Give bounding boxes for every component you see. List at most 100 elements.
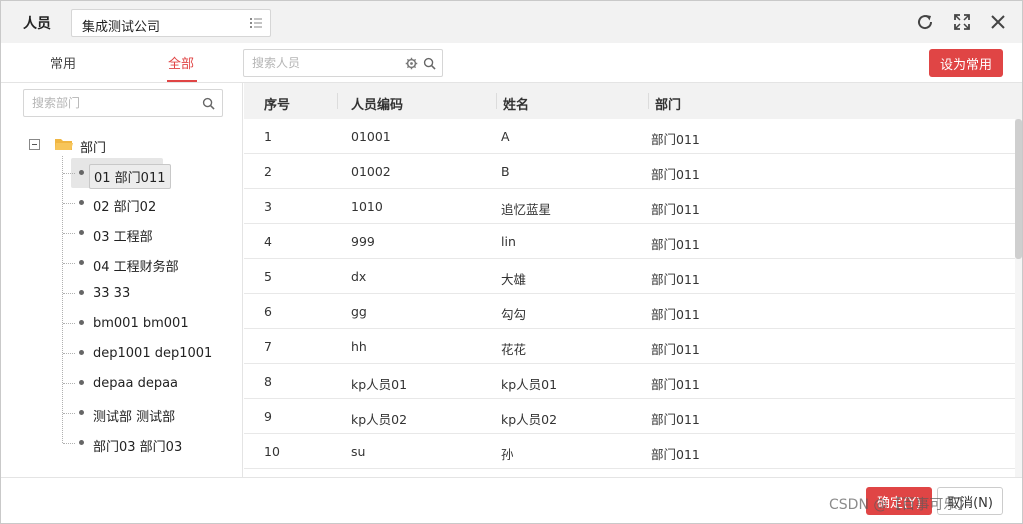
cell-name: kp人员01 [501, 377, 558, 392]
person-picker-dialog: 人员 集成测试公司 常用 全部 搜索人员 设为常用 搜索部门 部门 01 部门0… [0, 0, 1023, 524]
tree-node-label: dep1001 dep1001 [93, 346, 213, 361]
person-table: 序号 人员编码 姓名 部门 1 01001 A 部门011 2 01002 B 部门011 3 1… [244, 83, 1022, 477]
tree-node-label: 03 工程部 [93, 230, 153, 245]
fullscreen-icon [954, 14, 970, 30]
refresh-icon [918, 15, 933, 30]
table-row[interactable]: 2 01002 B 部门011 [244, 154, 1016, 189]
col-header-dept: 部门 [655, 98, 682, 113]
tree-node-label: 部门03 部门03 [93, 440, 183, 455]
search-icon[interactable] [423, 57, 436, 70]
department-panel: 部门 01 部门011 02 部门02 03 工程部 04 工程财务部 33 3… [1, 83, 243, 477]
table-row[interactable]: 9 kp人员02 kp人员02 部门011 [244, 399, 1016, 434]
cell-no: 10 [264, 444, 280, 459]
table-header: 序号 人员编码 姓名 部门 [244, 83, 1022, 119]
person-search-input[interactable] [252, 55, 402, 71]
close-icon [991, 15, 1005, 29]
tree-node[interactable]: 02 部门02 [63, 190, 233, 216]
cell-dept: 部门011 [651, 202, 700, 217]
cell-no: 8 [264, 374, 272, 389]
person-search-box [243, 49, 443, 77]
tab-common[interactable]: 常用 [50, 53, 76, 72]
folder-icon [55, 139, 73, 150]
tree-node-label: bm001 bm001 [93, 316, 189, 331]
cell-no: 6 [264, 304, 272, 319]
gear-icon[interactable] [405, 57, 418, 70]
table-scrollbar[interactable] [1015, 119, 1022, 477]
col-header-code: 人员编码 [351, 98, 404, 113]
refresh-button[interactable] [915, 12, 935, 32]
cell-code: hh [351, 339, 367, 354]
cell-code: 01001 [351, 129, 391, 144]
table-row[interactable]: 10 su 孙 部门011 [244, 434, 1016, 469]
cell-code: dx [351, 269, 367, 284]
cell-code: kp人员02 [351, 412, 408, 427]
tree-node[interactable]: 03 工程部 [63, 220, 233, 246]
dialog-footer: 确定(Y) 取消(N) CSDN @【百事可乐】 [1, 477, 1022, 523]
table-row[interactable]: 7 hh 花花 部门011 [244, 329, 1016, 364]
tree-node-label: 测试部 测试部 [93, 410, 176, 425]
cancel-button[interactable]: 取消(N) [937, 487, 1003, 515]
cell-no: 5 [264, 269, 272, 284]
cell-name: B [501, 164, 510, 179]
tree-node[interactable]: bm001 bm001 [63, 310, 233, 336]
table-row[interactable]: 6 gg 勾勾 部门011 [244, 294, 1016, 329]
dept-search-input[interactable] [32, 95, 192, 111]
cell-code: 1010 [351, 199, 383, 214]
tab-all[interactable]: 全部 [168, 53, 194, 72]
close-button[interactable] [988, 12, 1008, 32]
search-icon[interactable] [202, 97, 215, 110]
cell-code: 999 [351, 234, 375, 249]
tree-node[interactable]: 部门03 部门03 [63, 430, 233, 456]
ok-button[interactable]: 确定(Y) [866, 487, 932, 515]
cell-code: su [351, 444, 366, 459]
cell-dept: 部门011 [651, 412, 700, 427]
tree-node[interactable]: 04 工程财务部 [63, 250, 233, 276]
company-selector[interactable]: 集成测试公司 [71, 9, 271, 37]
tree-node-label: 02 部门02 [93, 200, 157, 215]
cell-dept: 部门011 [651, 307, 700, 322]
scrollbar-thumb[interactable] [1015, 119, 1022, 259]
tree-node[interactable]: 33 33 [63, 280, 233, 306]
active-tab-indicator [167, 80, 197, 82]
tree-node[interactable]: dep1001 dep1001 [63, 340, 233, 366]
cell-name: kp人员02 [501, 412, 558, 427]
table-row[interactable]: 3 1010 追忆蓝星 部门011 [244, 189, 1016, 224]
cell-name: 追忆蓝星 [501, 202, 552, 217]
cell-dept: 部门011 [651, 272, 700, 287]
company-value: 集成测试公司 [82, 20, 161, 35]
cell-no: 1 [264, 129, 272, 144]
dept-search-box [23, 89, 223, 117]
col-header-name: 姓名 [503, 98, 530, 113]
table-row[interactable]: 8 kp人员01 kp人员01 部门011 [244, 364, 1016, 399]
set-common-button[interactable]: 设为常用 [929, 49, 1003, 77]
tree-node[interactable]: 测试部 测试部 [63, 400, 233, 426]
tree-node[interactable]: 01 部门011 [63, 158, 233, 189]
tree-node-label: 04 工程财务部 [93, 260, 179, 275]
cell-name: 花花 [501, 342, 527, 357]
col-header-no: 序号 [264, 98, 291, 113]
tree-node-label: 33 33 [93, 286, 131, 301]
cell-no: 7 [264, 339, 272, 354]
cell-dept: 部门011 [651, 237, 700, 252]
cell-name: 孙 [501, 447, 514, 462]
cell-code: 01002 [351, 164, 391, 179]
table-body: 1 01001 A 部门011 2 01002 B 部门011 3 1010 追忆蓝星 部门011 4 9… [244, 119, 1016, 469]
cell-dept: 部门011 [651, 447, 700, 462]
cell-dept: 部门011 [651, 132, 700, 147]
tree-node[interactable]: depaa depaa [63, 370, 233, 396]
collapse-icon[interactable] [29, 139, 40, 150]
cell-name: A [501, 129, 510, 144]
list-icon[interactable] [250, 17, 262, 29]
fullscreen-button[interactable] [952, 12, 972, 32]
cell-no: 2 [264, 164, 272, 179]
dialog-title: 人员 [23, 16, 51, 32]
cell-dept: 部门011 [651, 167, 700, 182]
table-row[interactable]: 4 999 lin 部门011 [244, 224, 1016, 259]
table-row[interactable]: 5 dx 大雄 部门011 [244, 259, 1016, 294]
cell-dept: 部门011 [651, 342, 700, 357]
cell-no: 4 [264, 234, 272, 249]
table-row[interactable]: 1 01001 A 部门011 [244, 119, 1016, 154]
tree-node-label: depaa depaa [93, 376, 179, 391]
cell-no: 3 [264, 199, 272, 214]
cell-name: 勾勾 [501, 307, 527, 322]
